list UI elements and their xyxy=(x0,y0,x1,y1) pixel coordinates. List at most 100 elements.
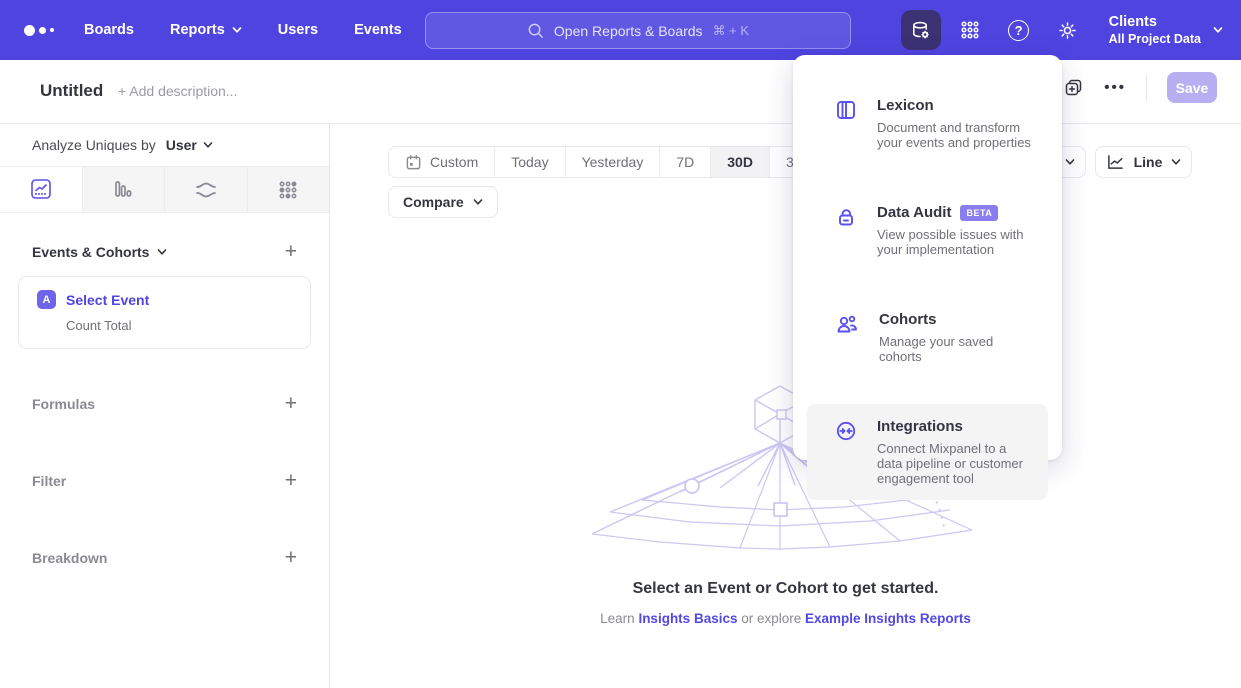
beta-badge: BETA xyxy=(960,205,998,221)
gear-icon xyxy=(1056,19,1079,42)
flows-tab-icon xyxy=(193,178,219,202)
menu-item-description: View possible issues with your implement… xyxy=(877,227,1034,257)
top-navigation-bar: Boards Reports Users Events Open Reports… xyxy=(0,0,1241,60)
select-event-button[interactable]: Select Event xyxy=(66,292,149,308)
filter-label: Filter xyxy=(32,473,66,489)
formulas-label: Formulas xyxy=(32,396,95,412)
empty-state-heading: Select an Event or Cohort to get started… xyxy=(330,580,1241,598)
events-cohorts-label: Events & Cohorts xyxy=(32,244,149,260)
line-chart-tab-icon xyxy=(29,177,53,201)
events-cohorts-header: Events & Cohorts + xyxy=(32,241,297,262)
apps-grid-button[interactable] xyxy=(950,10,990,50)
add-description-field[interactable]: + Add description... xyxy=(118,83,237,99)
compare-label: Compare xyxy=(403,194,464,210)
lexicon-icon xyxy=(835,99,857,121)
report-actions: ••• Save xyxy=(1064,72,1217,103)
compare-button[interactable]: Compare xyxy=(388,186,498,218)
mixpanel-logo-icon[interactable] xyxy=(24,25,64,36)
chart-type-dropdown[interactable]: Line xyxy=(1095,146,1192,178)
chevron-down-icon xyxy=(232,25,242,35)
integrations-icon xyxy=(835,420,857,442)
date-segment-30d[interactable]: 30D xyxy=(711,147,770,177)
menu-item-description: Document and transform your events and p… xyxy=(877,120,1034,150)
empty-state-subtext: Learn Insights Basics or explore Example… xyxy=(330,611,1241,626)
report-title[interactable]: Untitled xyxy=(40,81,103,101)
query-builder-sidebar: Analyze Uniques by User xyxy=(0,124,330,688)
menu-item-lexicon[interactable]: Lexicon Document and transform your even… xyxy=(807,83,1048,164)
date-segment-7d[interactable]: 7D xyxy=(660,147,711,177)
line-chart-icon xyxy=(1106,154,1125,171)
apps-grid-icon xyxy=(959,19,981,41)
primary-nav: Boards Reports Users Events xyxy=(84,22,402,38)
more-options-button[interactable]: ••• xyxy=(1104,79,1126,96)
tab-flows[interactable] xyxy=(165,167,248,212)
count-total-selector[interactable]: Count Total xyxy=(66,318,292,333)
nav-label: Reports xyxy=(170,22,225,38)
date-segment-yesterday[interactable]: Yesterday xyxy=(566,147,661,177)
segment-label: 7D xyxy=(676,154,694,170)
nav-label: Boards xyxy=(84,22,134,38)
filter-section: Filter + xyxy=(32,470,297,491)
chart-type-label: Line xyxy=(1134,154,1163,170)
data-management-menu: Lexicon Document and transform your even… xyxy=(793,55,1062,460)
help-button[interactable]: ? xyxy=(999,10,1039,50)
chevron-down-icon xyxy=(1213,25,1223,35)
add-event-button[interactable]: + xyxy=(285,241,297,262)
chevron-down-icon xyxy=(157,247,167,257)
date-segment-custom[interactable]: Custom xyxy=(389,147,495,177)
analyze-value: User xyxy=(166,137,197,153)
help-icon: ? xyxy=(1008,20,1029,41)
analyze-by-selector[interactable]: User xyxy=(166,137,213,153)
nav-item-users[interactable]: Users xyxy=(278,22,318,38)
tab-bar-chart[interactable] xyxy=(83,167,166,212)
nav-item-reports[interactable]: Reports xyxy=(170,22,242,38)
segment-label: Custom xyxy=(430,154,478,170)
save-button[interactable]: Save xyxy=(1167,72,1217,103)
date-segment-today[interactable]: Today xyxy=(495,147,565,177)
menu-item-data-audit[interactable]: Data Audit BETA View possible issues wit… xyxy=(807,190,1048,271)
segment-label: 30D xyxy=(727,154,753,170)
example-insights-reports-link[interactable]: Example Insights Reports xyxy=(805,611,971,626)
insights-basics-link[interactable]: Insights Basics xyxy=(638,611,737,626)
chevron-down-icon xyxy=(1065,157,1075,167)
events-cohorts-toggle[interactable]: Events & Cohorts xyxy=(32,244,167,260)
menu-item-cohorts[interactable]: Cohorts Manage your saved cohorts xyxy=(807,297,1048,378)
project-selector[interactable]: Clients All Project Data xyxy=(1109,14,1223,47)
global-search-input[interactable]: Open Reports & Boards ⌘ + K xyxy=(425,12,851,49)
topbar-actions: ? Clients All Project Data xyxy=(901,0,1223,60)
nav-item-events[interactable]: Events xyxy=(354,22,402,38)
database-gear-icon xyxy=(909,19,932,42)
menu-item-title: Integrations xyxy=(877,418,963,435)
formulas-section: Formulas + xyxy=(32,393,297,414)
analyze-row: Analyze Uniques by User xyxy=(0,124,329,166)
more-options-icon: ••• xyxy=(1104,79,1126,96)
or-explore-text: or explore xyxy=(737,611,805,626)
tab-insights-line[interactable] xyxy=(0,167,83,212)
segment-label: Yesterday xyxy=(582,154,644,170)
tab-metrics[interactable] xyxy=(248,167,330,212)
add-formula-button[interactable]: + xyxy=(285,393,297,414)
menu-item-integrations[interactable]: Integrations Connect Mixpanel to a data … xyxy=(807,404,1048,500)
nav-label: Users xyxy=(278,22,318,38)
bar-chart-tab-icon xyxy=(111,178,135,202)
add-filter-button[interactable]: + xyxy=(285,470,297,491)
chevron-down-icon xyxy=(473,197,483,207)
event-row-card[interactable]: A Select Event Count Total xyxy=(18,276,311,349)
menu-item-title: Data Audit xyxy=(877,204,951,221)
app-root: Boards Reports Users Events Open Reports… xyxy=(0,0,1241,688)
chevron-down-icon xyxy=(203,140,213,150)
duplicate-icon xyxy=(1064,78,1084,98)
event-letter-badge: A xyxy=(37,290,56,309)
breakdown-label: Breakdown xyxy=(32,550,107,566)
settings-button[interactable] xyxy=(1048,10,1088,50)
duplicate-button[interactable] xyxy=(1064,78,1084,98)
search-placeholder: Open Reports & Boards xyxy=(554,23,703,39)
analyze-label: Analyze Uniques by xyxy=(32,137,156,153)
nav-item-boards[interactable]: Boards xyxy=(84,22,134,38)
nav-label: Events xyxy=(354,22,402,38)
data-management-button[interactable] xyxy=(901,10,941,50)
add-breakdown-button[interactable]: + xyxy=(285,547,297,568)
menu-item-title: Cohorts xyxy=(879,311,937,328)
segment-label: Today xyxy=(511,154,548,170)
menu-item-description: Manage your saved cohorts xyxy=(879,334,1034,364)
